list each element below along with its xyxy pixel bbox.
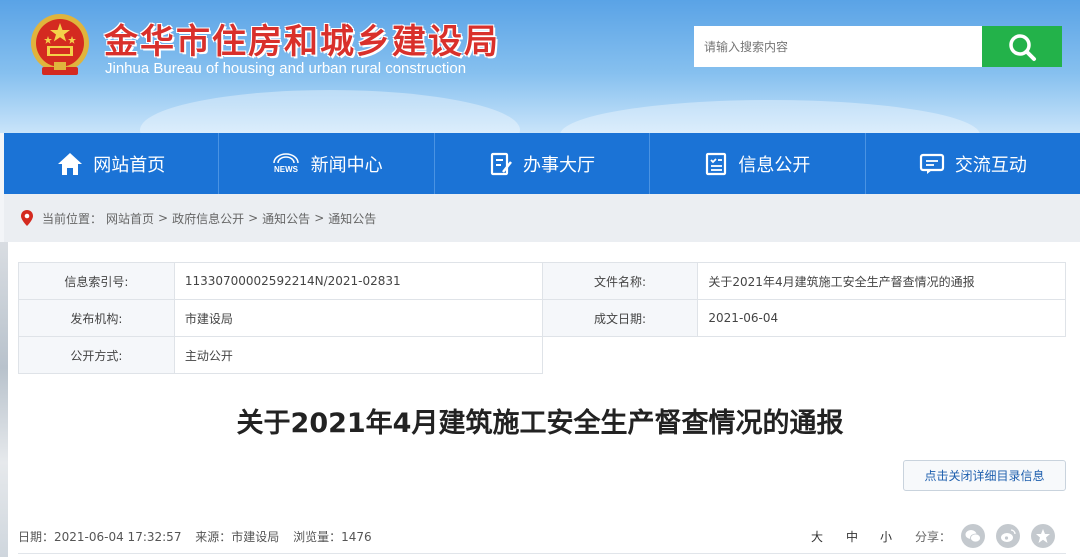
date-label: 成文日期: [541, 299, 699, 337]
toggle-details-button[interactable]: 点击关闭详细目录信息 [903, 460, 1066, 491]
table-row: 信息索引号: 11330700002592214N/2021-02831 文件名… [18, 262, 1066, 300]
breadcrumb-link-notice[interactable]: 通知公告 [262, 210, 310, 227]
font-size-medium[interactable]: 中 [846, 528, 858, 545]
nav-item-service[interactable]: 办事大厅 [435, 133, 651, 194]
publisher-value: 市建设局 [173, 299, 543, 337]
date-value: 2021-06-04 [697, 299, 1066, 337]
nav-item-label: 交流互动 [954, 154, 1027, 176]
search-input[interactable] [704, 39, 972, 54]
meta-divider [18, 553, 1066, 554]
method-value: 主动公开 [173, 336, 543, 374]
breadcrumb-link-gov-info[interactable]: 政府信息公开 [172, 210, 244, 227]
info-icon [706, 152, 727, 175]
main-nav: 网站首页 NEWS 新闻中心 办事大厅 信息公开 交流互动 [4, 133, 1080, 194]
table-row: 发布机构: 市建设局 成文日期: 2021-06-04 [18, 299, 1066, 337]
left-background-strip [0, 242, 8, 557]
meta-source: 来源：市建设局 [195, 530, 280, 544]
chat-icon [919, 153, 944, 174]
breadcrumb-current[interactable]: 通知公告 [328, 210, 376, 227]
national-emblem-icon [31, 14, 89, 75]
svg-text:NEWS: NEWS [274, 165, 299, 174]
home-icon [58, 152, 83, 175]
nav-item-label: 办事大厅 [523, 154, 596, 176]
empty-cell [542, 336, 1066, 374]
article-meta: 日期：2021-06-04 17:32:57 来源：市建设局 浏览量：1476 [18, 528, 382, 545]
header-cloud [140, 90, 520, 133]
search-button[interactable] [982, 26, 1062, 67]
article-title: 关于2021年4月建筑施工安全生产督查情况的通报 [236, 408, 844, 439]
search-field[interactable] [694, 26, 982, 67]
breadcrumb-separator: > [314, 211, 325, 225]
table-row: 公开方式: 主动公开 [18, 336, 1066, 374]
wechat-share-button[interactable] [961, 524, 985, 548]
header-cloud [560, 100, 980, 133]
breadcrumb-prefix: 当前位置： [42, 211, 103, 226]
index-label: 信息索引号: [18, 262, 175, 300]
nav-item-label: 网站首页 [93, 154, 166, 176]
share-label: 分享： [915, 530, 952, 544]
meta-date: 日期：2021-06-04 17:32:57 [18, 530, 182, 544]
weibo-share-button[interactable] [996, 524, 1020, 548]
publisher-label: 发布机构: [18, 299, 175, 337]
font-size-large[interactable]: 大 [811, 528, 823, 545]
service-icon [490, 152, 512, 175]
method-label: 公开方式: [18, 336, 175, 374]
index-value: 11330700002592214N/2021-02831 [173, 262, 543, 300]
nav-item-info[interactable]: 信息公开 [650, 133, 866, 194]
search-icon [1009, 33, 1036, 61]
breadcrumb-link-home[interactable]: 网站首页 [106, 210, 154, 227]
breadcrumb-separator: > [248, 211, 259, 225]
info-table: 信息索引号: 11330700002592214N/2021-02831 文件名… [18, 262, 1066, 374]
nav-item-interaction[interactable]: 交流互动 [866, 133, 1080, 194]
qzone-share-button[interactable] [1031, 524, 1055, 548]
site-title: 金华市住房和城乡建设局 [104, 22, 500, 62]
nav-item-news[interactable]: NEWS 新闻中心 [219, 133, 435, 194]
filename-label: 文件名称: [541, 262, 699, 300]
news-icon: NEWS [272, 152, 299, 174]
breadcrumb-separator: > [158, 211, 169, 225]
nav-item-home[interactable]: 网站首页 [4, 133, 220, 194]
site-header: 金华市住房和城乡建设局 Jinhua Bureau of housing and… [0, 0, 1080, 133]
filename-value: 关于2021年4月建筑施工安全生产督查情况的通报 [697, 262, 1066, 300]
meta-views: 浏览量：1476 [293, 530, 372, 544]
location-pin-icon [21, 210, 33, 226]
weibo-icon [1001, 529, 1016, 542]
wechat-icon [965, 530, 981, 543]
site-subtitle: Jinhua Bureau of housing and urban rural… [105, 60, 467, 77]
star-icon [1036, 529, 1050, 543]
nav-item-label: 新闻中心 [310, 154, 383, 176]
breadcrumb: 当前位置： 网站首页 > 政府信息公开 > 通知公告 > 通知公告 [4, 194, 1080, 242]
nav-item-label: 信息公开 [738, 154, 811, 176]
font-size-small[interactable]: 小 [880, 528, 892, 545]
